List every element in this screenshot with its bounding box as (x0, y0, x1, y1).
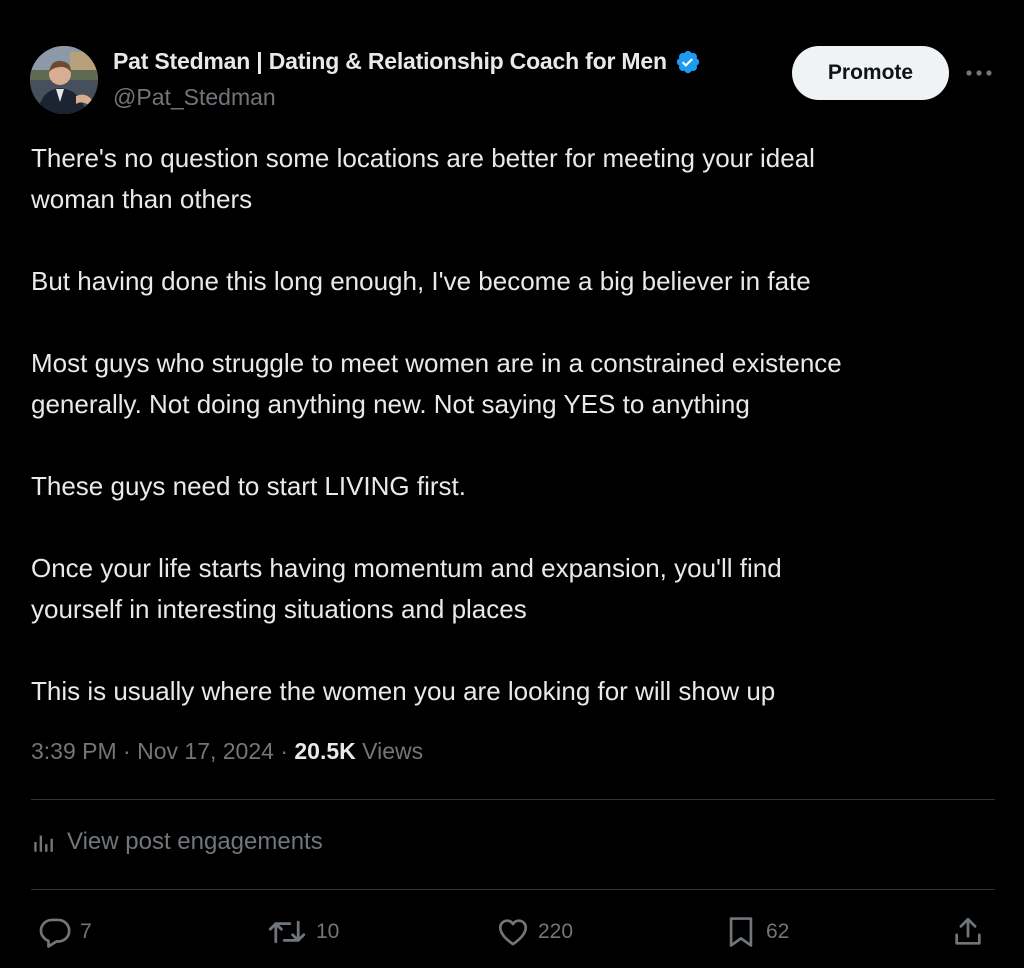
like-count: 220 (538, 920, 574, 943)
verified-badge-icon[interactable] (675, 49, 701, 75)
post-paragraph: There's no question some locations are b… (31, 143, 815, 214)
repost-button[interactable]: 10 (266, 912, 339, 952)
like-button[interactable]: 220 (496, 912, 573, 952)
reply-count: 7 (80, 920, 92, 943)
post-time[interactable]: 3:39 PM (31, 738, 117, 764)
post-paragraph: But having done this long enough, I've b… (31, 266, 811, 296)
reply-bubble-icon (39, 918, 71, 948)
share-upload-icon (955, 917, 981, 945)
post-date[interactable]: Nov 17, 2024 (137, 738, 274, 764)
view-post-engagements-link[interactable]: View post engagements (31, 828, 323, 856)
author-display-name[interactable]: Pat Stedman | Dating & Relationship Coac… (113, 48, 667, 75)
bookmark-button[interactable]: 62 (724, 912, 789, 952)
views-label: Views (362, 738, 424, 764)
divider (31, 799, 995, 800)
analytics-bars-icon (34, 835, 53, 852)
post-paragraph: These guys need to start LIVING first. (31, 471, 466, 501)
author-avatar[interactable] (30, 46, 98, 114)
author-name-row: Pat Stedman | Dating & Relationship Coac… (113, 48, 701, 75)
promote-button[interactable]: Promote (792, 46, 949, 100)
meta-separator: · (273, 738, 295, 764)
repost-count: 10 (316, 920, 340, 943)
meta-separator: · (116, 738, 138, 764)
avatar-photo (30, 46, 98, 114)
post-paragraph: This is usually where the women you are … (31, 676, 776, 706)
views-count: 20.5K (294, 738, 356, 764)
bookmark-icon (729, 917, 753, 947)
repost-arrows-icon (268, 920, 306, 944)
post-detail: Pat Stedman | Dating & Relationship Coac… (0, 0, 1024, 968)
engagements-label: View post engagements (67, 828, 323, 855)
more-horizontal-icon (966, 70, 992, 76)
share-button[interactable] (951, 912, 985, 952)
post-paragraph: Most guys who struggle to meet women are… (31, 348, 842, 419)
reply-button[interactable]: 7 (38, 912, 92, 952)
bookmark-count: 62 (766, 920, 790, 943)
heart-icon (498, 919, 528, 946)
post-text: There's no question some locations are b… (31, 138, 991, 712)
divider (31, 889, 995, 890)
more-options-button[interactable] (962, 60, 996, 86)
post-meta: 3:39 PM · Nov 17, 2024 · 20.5K Views (31, 738, 423, 765)
post-paragraph: Once your life starts having momentum an… (31, 553, 782, 624)
author-handle[interactable]: @Pat_Stedman (113, 84, 276, 111)
